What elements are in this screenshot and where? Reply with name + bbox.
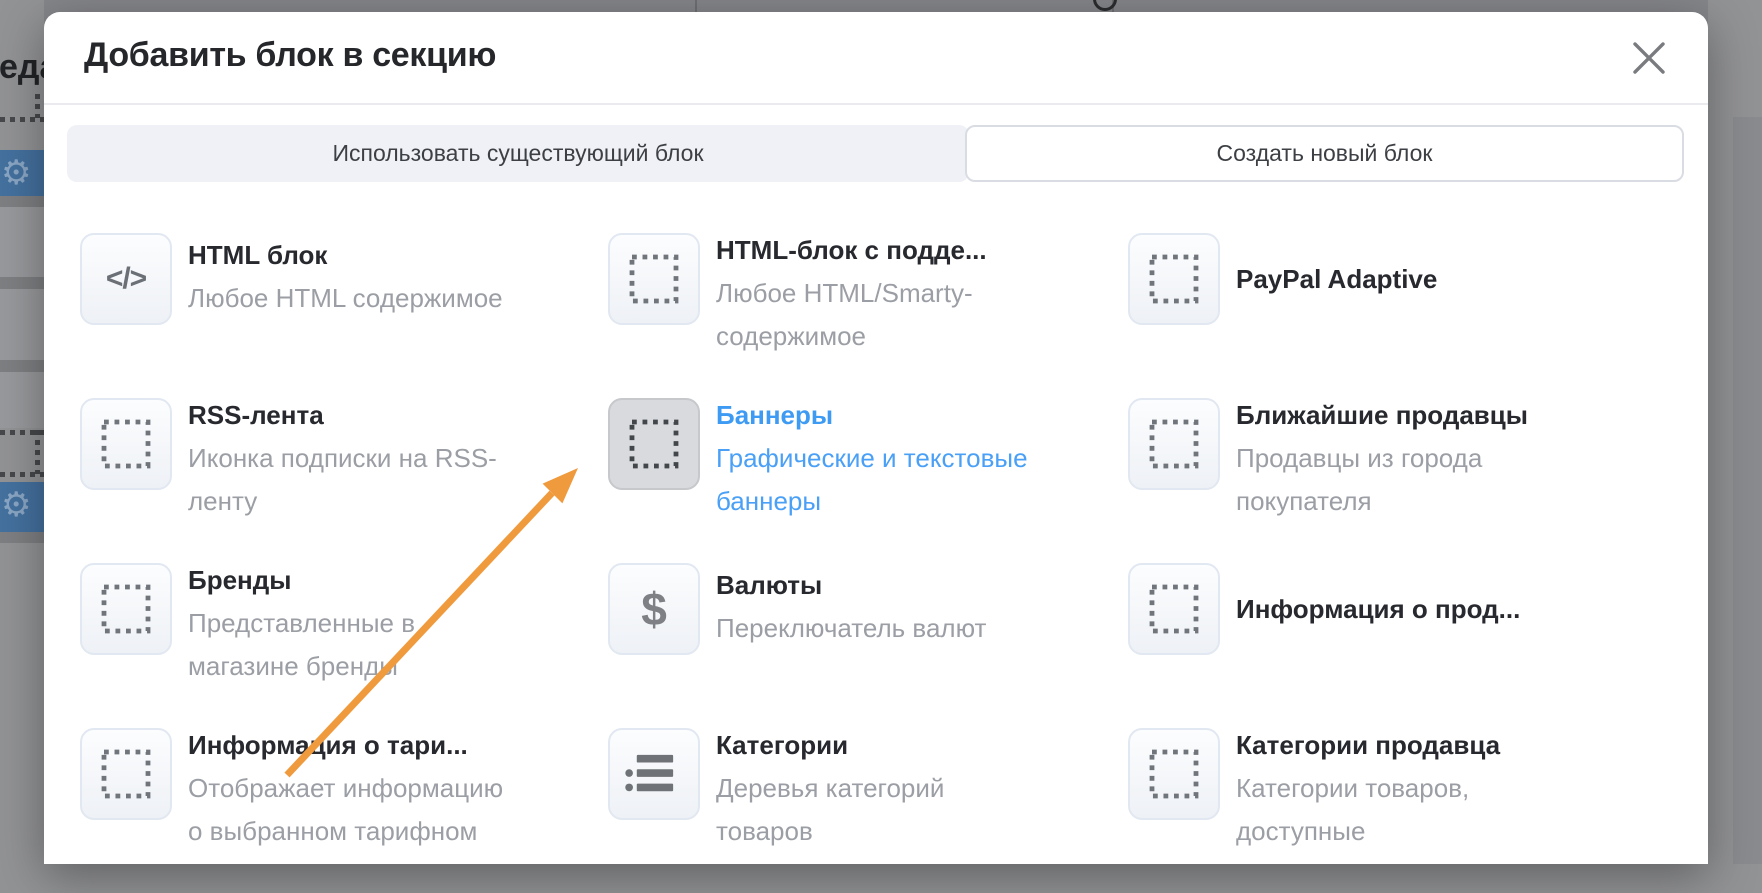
block-type-grid: </> HTML блок Любое HTML содержимое HTML… <box>80 233 1672 893</box>
block-item-subtitle: Категории товаров, доступные <box>1236 767 1500 853</box>
close-icon <box>1632 41 1666 75</box>
block-item-title: Ближайшие продавцы <box>1236 398 1528 432</box>
block-item-title: Категории продавца <box>1236 728 1500 762</box>
add-block-dialog: Добавить блок в секцию Использовать суще… <box>44 12 1708 864</box>
block-item-3[interactable]: PayPal Adaptive <box>1128 233 1672 398</box>
block-item-11[interactable]: Категории Деревья категорий товаров <box>608 728 1128 893</box>
block-item-2[interactable]: HTML-блок с подде... Любое HTML/Smarty- … <box>608 233 1128 398</box>
block-item-subtitle: Любое HTML/Smarty- содержимое <box>716 272 987 358</box>
block-item-subtitle: Деревья категорий товаров <box>716 767 944 853</box>
dotted-square-icon <box>80 398 172 490</box>
block-item-title: RSS-лента <box>188 398 497 432</box>
tab-label: Использовать существующий блок <box>332 140 703 167</box>
block-item-4[interactable]: RSS-лента Иконка подписки на RSS- ленту <box>80 398 608 563</box>
dotted-square-icon <box>80 728 172 820</box>
dotted-square-icon <box>80 563 172 655</box>
list-icon <box>608 728 700 820</box>
backdrop-block-toolbar: ⚙ <box>0 482 44 532</box>
tab-bar: Использовать существующий блок Создать н… <box>67 125 1684 182</box>
backdrop-band <box>0 196 44 207</box>
backdrop-band <box>0 532 44 543</box>
block-item-8[interactable]: $ Валюты Переключатель валют <box>608 563 1128 728</box>
gear-icon: ⚙ <box>1 485 31 525</box>
close-button[interactable] <box>1630 40 1668 78</box>
backdrop-band <box>0 277 44 289</box>
block-item-title: HTML блок <box>188 238 503 272</box>
block-item-5[interactable]: Баннеры Графические и текстовые баннеры <box>608 398 1128 563</box>
block-item-title: Информация о прод... <box>1236 592 1520 626</box>
block-item-7[interactable]: Бренды Представленные в магазине бренды <box>80 563 608 728</box>
header-divider <box>44 103 1708 105</box>
block-item-subtitle: Иконка подписки на RSS- ленту <box>188 437 497 523</box>
backdrop-dashed-border <box>0 117 44 122</box>
block-item-subtitle: Любое HTML содержимое <box>188 277 503 320</box>
tab-use-existing-block[interactable]: Использовать существующий блок <box>67 125 969 182</box>
tab-create-new-block[interactable]: Создать новый блок <box>965 125 1684 182</box>
block-item-title: Информация о тари... <box>188 728 503 762</box>
backdrop-page-heading-fragment: еда <box>0 48 44 87</box>
backdrop-dashed-border <box>35 94 40 118</box>
backdrop-band <box>0 360 44 372</box>
block-item-title: Бренды <box>188 563 415 597</box>
block-item-title: Баннеры <box>716 398 1028 432</box>
block-item-subtitle: Отображает информацию о выбранном тарифн… <box>188 767 503 853</box>
dotted-square-icon <box>608 398 700 490</box>
block-item-subtitle: Графические и текстовые баннеры <box>716 437 1028 523</box>
dollar-icon: $ <box>608 563 700 655</box>
backdrop-block <box>0 372 44 428</box>
block-item-1[interactable]: </> HTML блок Любое HTML содержимое <box>80 233 608 398</box>
block-item-9[interactable]: Информация о прод... <box>1128 563 1672 728</box>
block-item-title: PayPal Adaptive <box>1236 262 1437 296</box>
block-item-10[interactable]: Информация о тари... Отображает информац… <box>80 728 608 893</box>
block-item-title: Категории <box>716 728 944 762</box>
code-icon: </> <box>80 233 172 325</box>
block-item-6[interactable]: Ближайшие продавцы Продавцы из города по… <box>1128 398 1672 563</box>
backdrop-right-page-edge <box>1708 0 1762 864</box>
dialog-title: Добавить блок в секцию <box>84 36 496 75</box>
block-item-title: HTML-блок с подде... <box>716 233 987 267</box>
dotted-square-icon <box>1128 728 1220 820</box>
block-item-title: Валюты <box>716 568 986 602</box>
tab-label: Создать новый блок <box>1217 140 1433 167</box>
dotted-square-icon <box>1128 563 1220 655</box>
backdrop-block <box>0 289 44 360</box>
backdrop-dashed-border <box>35 430 40 474</box>
backdrop-side-panel <box>1733 117 1762 864</box>
dotted-square-icon <box>1128 233 1220 325</box>
block-item-subtitle: Представленные в магазине бренды <box>188 602 415 688</box>
backdrop-block-toolbar: ⚙ <box>0 150 44 196</box>
block-item-12[interactable]: Категории продавца Категории товаров, до… <box>1128 728 1672 893</box>
block-item-subtitle: Продавцы из города покупателя <box>1236 437 1528 523</box>
dotted-square-icon <box>1128 398 1220 490</box>
backdrop-block <box>0 207 44 277</box>
backdrop-left-page-edge: еда ⚙ ⚙ <box>0 0 44 864</box>
block-item-subtitle: Переключатель валют <box>716 607 986 650</box>
backdrop-dashed-border <box>0 472 44 477</box>
dotted-square-icon <box>608 233 700 325</box>
gear-icon: ⚙ <box>1 153 31 193</box>
